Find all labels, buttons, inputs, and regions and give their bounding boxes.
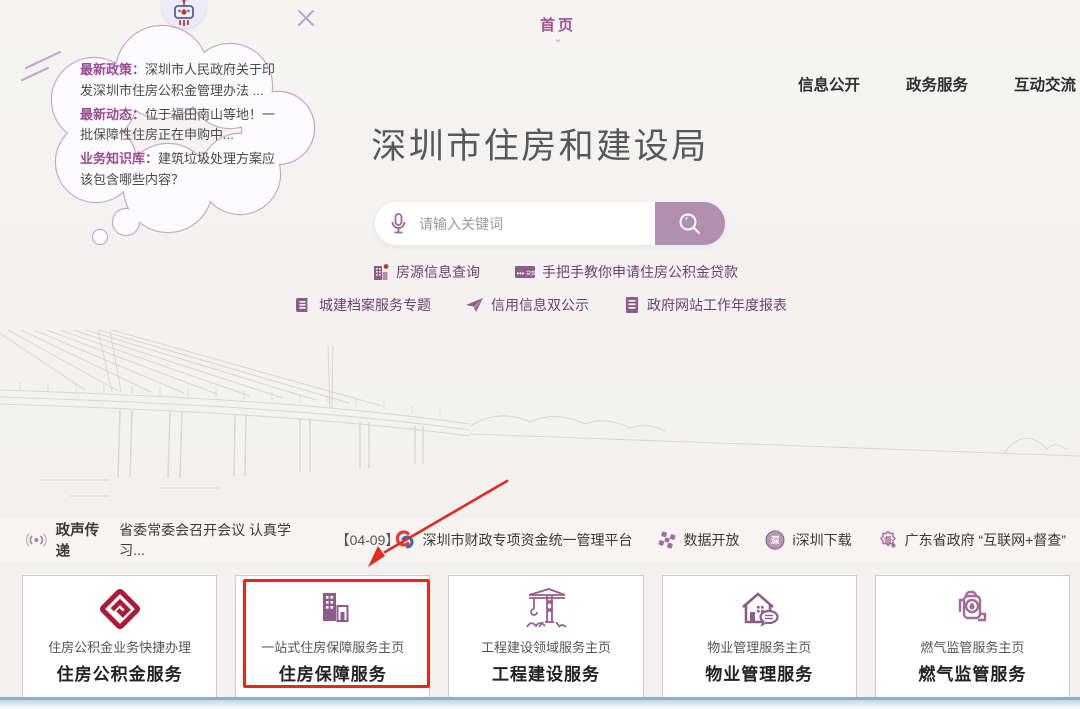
tower-crane-icon — [526, 588, 567, 628]
card-housing-security[interactable]: 一站式住房保障服务主页 住房保障服务 — [235, 575, 431, 705]
card-title: 燃气监管服务 — [918, 665, 1027, 684]
quick-link-archives[interactable]: 城建档案服务专题 — [293, 295, 431, 315]
notice-link-label: 深圳市财政专项资金统一管理平台 — [422, 532, 633, 548]
finance-platform-logo-icon — [396, 530, 414, 549]
bank-card-icon: 贷款 — [515, 266, 536, 278]
assistant-message-knowledge[interactable]: 业务知识库：建筑垃圾处理方案应该包含哪些内容？ — [80, 149, 288, 191]
supervision-badge-icon: 督 — [879, 530, 896, 548]
bottom-scroll-strip[interactable] — [0, 697, 1080, 709]
microphone-icon[interactable] — [390, 212, 407, 236]
card-subtitle: 住房公积金业务快捷办理 — [48, 640, 192, 655]
card-title: 住房公积金服务 — [56, 665, 183, 684]
gas-meter-icon — [959, 590, 987, 622]
card-title: 住房保障服务 — [278, 665, 387, 684]
data-open-icon — [659, 531, 676, 549]
card-subtitle: 物业管理服务主页 — [707, 640, 812, 655]
quick-link-label: 房源信息查询 — [396, 264, 480, 280]
search-input[interactable] — [417, 214, 655, 233]
assistant-message-news[interactable]: 最新动态：位于福田南山等地！一批保障性住房正在申购中... — [80, 105, 288, 147]
knowledge-label: 业务知识库： — [80, 151, 159, 167]
bridge-sketch-illustration — [0, 330, 1080, 497]
quick-link-credit-publicity[interactable]: 信用信息双公示 — [465, 295, 589, 315]
quick-link-label: 政府网站工作年度报表 — [647, 297, 787, 313]
card-gas-supervision[interactable]: 燃气监管服务主页 燃气监管服务 — [874, 575, 1071, 705]
close-icon — [298, 10, 314, 26]
building-icon — [374, 264, 389, 280]
archive-document-icon — [296, 298, 309, 312]
assistant-widget: 最新政策：深圳市人民政府关于印发深圳市住房公积金管理办法 ... 最新动态：位于… — [20, 0, 352, 246]
quick-link-label: 手把手教你申请住房公积金贷款 — [542, 264, 738, 280]
house-chat-icon — [742, 592, 779, 627]
notice-left: 政声传递 省委常委会召开会议 认真学习... 【04-09】 — [0, 519, 400, 561]
card-property-management[interactable]: 物业管理服务主页 物业管理服务 — [661, 575, 857, 705]
assistant-message-policy[interactable]: 最新政策：深圳市人民政府关于印发深圳市住房公积金管理办法 ... — [80, 60, 288, 102]
assistant-message-list: 最新政策：深圳市人民政府关于印发深圳市住房公积金管理办法 ... 最新动态：位于… — [80, 60, 288, 194]
quick-link-annual-report[interactable]: 政府网站工作年度报表 — [623, 295, 787, 315]
service-cards: 住房公积金业务快捷办理 住房公积金服务 一站式住房保障服务主页 住房保障服务 工… — [22, 575, 1071, 705]
search-bar — [375, 202, 725, 245]
link-data-open[interactable]: 数据开放 — [658, 530, 739, 550]
notice-links: 深圳市财政专项资金统一管理平台 数据开放 深 i深圳下载 督 广东省政府 “互联… — [395, 530, 1080, 550]
quick-link-housing-info[interactable]: 房源信息查询 — [370, 262, 480, 282]
svg-text:深: 深 — [771, 535, 780, 546]
housing-buildings-icon — [322, 593, 349, 622]
card-provident-fund[interactable]: 住房公积金业务快捷办理 住房公积金服务 — [22, 575, 218, 705]
link-gd-supervision[interactable]: 督 广东省政府 “互联网+督查” — [878, 530, 1066, 550]
paper-plane-icon — [466, 298, 483, 312]
notice-link-label: i深圳下载 — [792, 532, 852, 548]
provident-fund-logo-icon — [99, 588, 140, 630]
news-label: 最新动态： — [80, 106, 146, 122]
link-ishenzhen-download[interactable]: 深 i深圳下载 — [765, 530, 852, 550]
quick-link-label: 信用信息双公示 — [491, 297, 589, 313]
close-bubble-button[interactable] — [294, 6, 318, 30]
nav-item-gov-services[interactable]: 政务服务 — [906, 73, 968, 95]
svg-text:贷款: 贷款 — [526, 270, 536, 277]
notice-link-label: 数据开放 — [683, 532, 740, 548]
card-subtitle: 工程建设领域服务主页 — [481, 640, 612, 655]
card-subtitle: 燃气监管服务主页 — [920, 640, 1025, 655]
card-title: 工程建设服务 — [492, 665, 600, 684]
quick-link-label: 城建档案服务专题 — [319, 297, 431, 313]
notice-bar: 政声传递 省委常委会召开会议 认真学习... 【04-09】 深圳市财政专项资金… — [0, 518, 1080, 562]
nav-home[interactable]: 首页 ⌄ — [539, 14, 577, 45]
chevron-down-icon: ⌄ — [553, 33, 563, 45]
search-field — [375, 202, 655, 245]
page: 最新政策：深圳市人民政府关于印发深圳市住房公积金管理办法 ... 最新动态：位于… — [0, 0, 1080, 709]
nav-item-info-disclosure[interactable]: 信息公开 — [798, 73, 860, 95]
robot-icon — [174, 0, 194, 26]
card-engineering-construction[interactable]: 工程建设领域服务主页 工程建设服务 — [448, 575, 644, 705]
policy-label: 最新政策： — [80, 62, 146, 77]
magnifier-icon — [679, 213, 700, 234]
speed-lines — [20, 50, 62, 82]
top-navigation: 信息公开 政务服务 互动交流 — [798, 73, 1076, 95]
card-subtitle: 一站式住房保障服务主页 — [261, 640, 405, 655]
search-button[interactable] — [655, 202, 725, 245]
card-title: 物业管理服务 — [705, 665, 814, 684]
nav-item-interaction[interactable]: 互动交流 — [1014, 73, 1076, 95]
broadcast-icon — [26, 533, 47, 547]
quick-links-row-1: 房源信息查询 贷款 手把手教你申请住房公积金贷款 — [370, 262, 738, 282]
notice-date: 【04-09】 — [335, 532, 400, 548]
ishenzhen-icon: 深 — [765, 530, 785, 550]
quick-links-row-2: 城建档案服务专题 信用信息双公示 政府网站工作年度报表 — [293, 295, 787, 315]
svg-text:督: 督 — [884, 535, 892, 545]
home-label: 首页 — [539, 17, 577, 34]
quick-link-provident-loan-guide[interactable]: 贷款 手把手教你申请住房公积金贷款 — [514, 262, 738, 282]
link-finance-platform[interactable]: 深圳市财政专项资金统一管理平台 — [395, 530, 632, 550]
notice-program-label[interactable]: 政声传递 — [56, 519, 110, 561]
report-clipboard-icon — [626, 297, 638, 313]
notice-headline[interactable]: 省委常委会召开会议 认真学习... — [119, 520, 304, 560]
notice-link-label: 广东省政府 “互联网+督查” — [904, 532, 1066, 548]
